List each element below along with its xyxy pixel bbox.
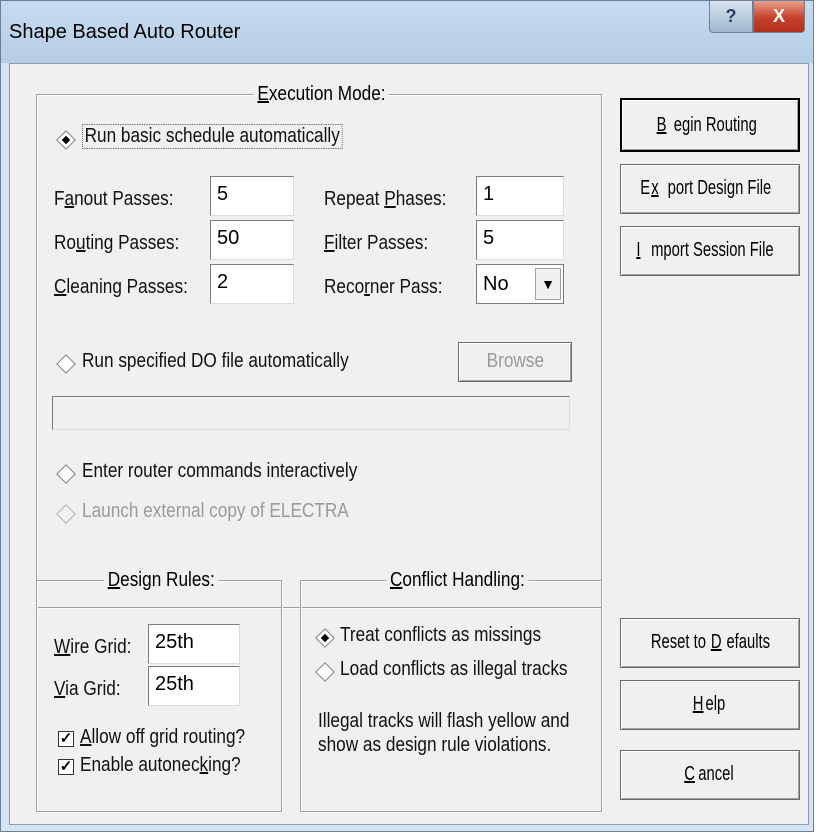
recorner-pass-label: Recorner Pass: — [324, 276, 443, 298]
via-grid-input[interactable]: 25th — [148, 666, 240, 706]
repeat-phases-label: Repeat Phases: — [324, 188, 447, 210]
run-basic-label[interactable]: Run basic schedule automatically — [82, 124, 343, 149]
allow-off-grid-checkbox[interactable]: ✓ — [58, 731, 74, 747]
allow-off-grid-label[interactable]: Allow off grid routing? — [80, 726, 245, 749]
do-file-path-input[interactable] — [52, 396, 570, 430]
repeat-phases-input[interactable]: 1 — [476, 176, 564, 216]
filter-passes-input[interactable]: 5 — [476, 220, 564, 260]
reset-defaults-button[interactable]: Reset to Defaults — [620, 618, 800, 668]
browse-button[interactable]: Browse — [458, 342, 572, 382]
close-button[interactable]: X — [753, 1, 805, 33]
fanout-passes-label: Fanout Passes: — [54, 188, 174, 210]
help-title-button[interactable]: ? — [709, 1, 753, 33]
window-title: Shape Based Auto Router — [9, 21, 241, 43]
enter-commands-label[interactable]: Enter router commands interactively — [82, 460, 357, 483]
dialog-client-area: Execution Mode: Run basic schedule autom… — [9, 63, 809, 825]
load-illegal-label[interactable]: Load conflicts as illegal tracks — [340, 658, 568, 681]
dialog-window: Shape Based Auto Router ? X Execution Mo… — [0, 0, 814, 832]
wire-grid-input[interactable]: 25th — [148, 624, 240, 664]
via-grid-label: Via Grid: — [54, 678, 121, 700]
cleaning-passes-input[interactable]: 2 — [210, 264, 294, 304]
enable-autonecking-label[interactable]: Enable autonecking? — [80, 754, 241, 777]
enable-autonecking-checkbox[interactable]: ✓ — [58, 759, 74, 775]
recorner-pass-value: No — [483, 273, 509, 295]
launch-electra-label[interactable]: Launch external copy of ELECTRA — [82, 500, 349, 523]
design-rules-title: Design Rules: — [104, 569, 219, 592]
conflict-handling-group: Conflict Handling: — [300, 569, 602, 812]
recorner-pass-select[interactable]: No ▼ — [476, 264, 564, 304]
conflict-note-line1: Illegal tracks will flash yellow and — [318, 710, 570, 732]
cancel-button[interactable]: Cancel — [620, 750, 800, 800]
chevron-down-icon[interactable]: ▼ — [535, 268, 561, 300]
routing-passes-label: Routing Passes: — [54, 232, 180, 254]
routing-passes-input[interactable]: 50 — [210, 220, 294, 260]
conflict-note-line2: show as design rule violations. — [318, 734, 552, 756]
import-session-file-button[interactable]: Import Session File — [620, 226, 800, 276]
help-button[interactable]: Help — [620, 680, 800, 730]
cleaning-passes-label: Cleaning Passes: — [54, 276, 188, 298]
filter-passes-label: Filter Passes: — [324, 232, 429, 254]
wire-grid-label: Wire Grid: — [54, 636, 132, 658]
execution-mode-title: Execution Mode: — [253, 83, 389, 106]
title-bar[interactable]: Shape Based Auto Router ? X — [1, 1, 813, 63]
fanout-passes-input[interactable]: 5 — [210, 176, 294, 216]
conflict-handling-title: Conflict Handling: — [386, 569, 529, 592]
export-design-file-button[interactable]: Ex port Design File — [620, 164, 800, 214]
run-do-file-label[interactable]: Run specified DO file automatically — [82, 350, 349, 373]
treat-missings-label[interactable]: Treat conflicts as missings — [340, 624, 541, 647]
begin-routing-button[interactable]: Begin Routing — [620, 98, 800, 152]
